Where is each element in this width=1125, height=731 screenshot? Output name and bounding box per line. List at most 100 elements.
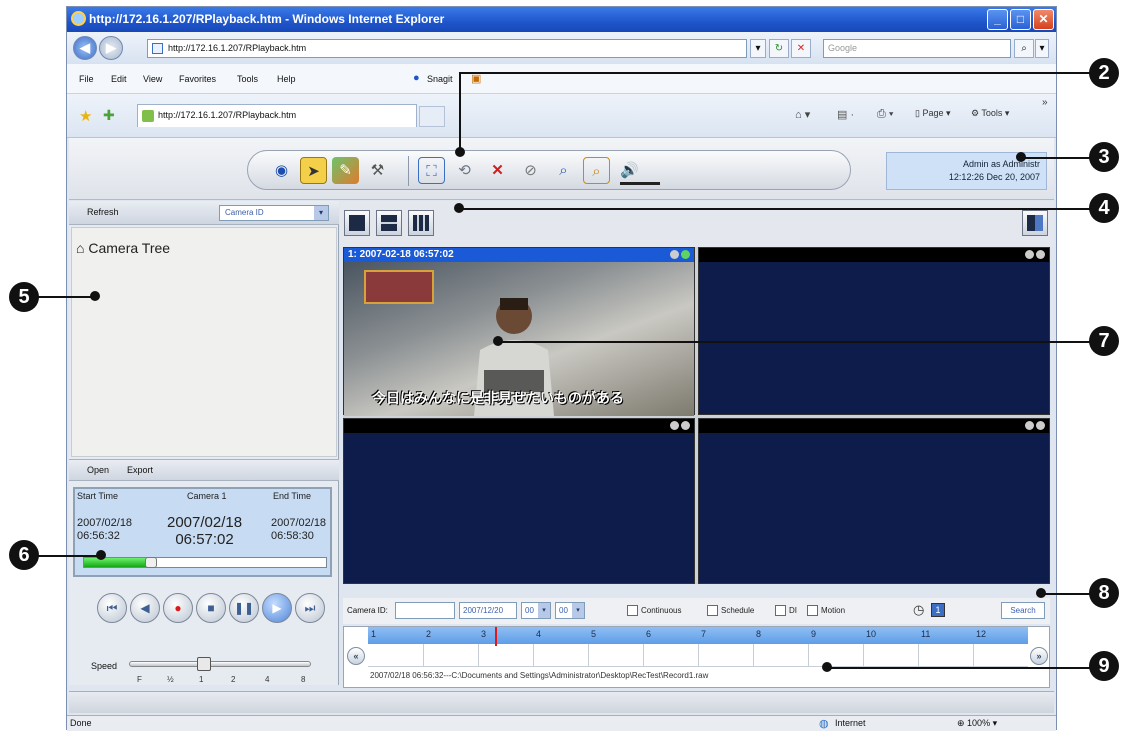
tab-row: ★ ✚ http://172.16.1.207/RPlayback.htm ⌂ … [67, 94, 1056, 138]
menu-edit[interactable]: Edit [111, 74, 127, 84]
video-cell-4[interactable] [698, 418, 1050, 584]
go-start-icon[interactable]: ⏮ [97, 593, 127, 623]
home-icon[interactable]: ⌂ ▾ [795, 108, 810, 121]
speed-slider[interactable] [129, 661, 311, 667]
motion-checkbox[interactable] [807, 605, 818, 616]
address-dropdown[interactable]: ▾ [750, 39, 766, 58]
tree-root[interactable]: ⌂ Camera Tree [76, 240, 170, 256]
menu-help[interactable]: Help [277, 74, 296, 84]
favorites-star-icon[interactable]: ★ [79, 107, 92, 125]
callout-dot [822, 662, 832, 672]
camera-id-select[interactable]: Camera ID ▾ [219, 205, 329, 221]
chevron-more-icon[interactable]: » [1042, 97, 1048, 108]
search-icon[interactable]: ⌕ [1014, 39, 1034, 58]
address-field[interactable]: http://172.16.1.207/RPlayback.htm [147, 39, 747, 58]
tab-current[interactable]: http://172.16.1.207/RPlayback.htm [137, 104, 417, 127]
print-icon[interactable]: ⎙ ▾ [877, 108, 893, 121]
zoom-out-icon[interactable]: ⌕ [583, 157, 610, 184]
disconnect-icon[interactable]: ⊘ [517, 157, 544, 184]
video-cell-header: 1: 2007-02-18 06:57:02 [344, 248, 694, 262]
hammer-icon[interactable]: ⚒ [364, 157, 391, 184]
reverse-play-icon[interactable]: ◀ [130, 593, 160, 623]
stop-icon[interactable]: ■ [196, 593, 226, 623]
layout-custom-icon[interactable] [1022, 210, 1048, 236]
video-caption: 1: 2007-02-18 06:57:02 [348, 249, 454, 260]
eye-icon[interactable]: ◉ [268, 157, 295, 184]
tab-title: http://172.16.1.207/RPlayback.htm [158, 110, 297, 120]
camera-tree[interactable]: ⌂ Camera Tree [71, 227, 337, 457]
go-end-icon[interactable]: ⏭ [295, 593, 325, 623]
back-button[interactable]: ◀ [73, 36, 97, 60]
layout-nine-icon[interactable] [408, 210, 434, 236]
chevron-down-icon: ▾ [314, 206, 328, 220]
speed-tick: 2 [231, 675, 236, 684]
clock-icon[interactable]: ◷ [913, 602, 924, 618]
menu-view[interactable]: View [143, 74, 162, 84]
snagit-button[interactable]: Snagit [427, 74, 453, 84]
video-cell-2[interactable] [698, 247, 1050, 415]
timeline-prev-icon[interactable]: « [347, 647, 365, 665]
record-icon[interactable]: ● [163, 593, 193, 623]
layout-single-icon[interactable] [344, 210, 370, 236]
minimize-button[interactable]: _ [987, 9, 1008, 30]
open-button[interactable]: Open [87, 465, 109, 475]
calendar-icon[interactable]: 1 [931, 603, 945, 617]
toolbar-separator [408, 156, 409, 186]
callout-line [1020, 157, 1090, 159]
delete-camera-icon[interactable]: ✕ [484, 157, 511, 184]
search-date-field[interactable]: 2007/12/20 [459, 602, 517, 619]
arrow-tag-icon[interactable]: ➤ [300, 157, 327, 184]
play-icon[interactable]: ▶ [262, 593, 292, 623]
video-cell-3[interactable] [343, 418, 695, 584]
callout-line [458, 208, 1090, 210]
menu-tools[interactable]: Tools [237, 74, 258, 84]
stop-icon[interactable]: ✕ [791, 39, 811, 58]
timeline[interactable]: « » 1 2 3 4 5 6 7 8 9 10 11 12 2007/02/1… [343, 626, 1050, 688]
playback-progress[interactable] [83, 557, 327, 568]
add-favorite-icon[interactable]: ✚ [103, 107, 115, 124]
timeline-hour: 2 [426, 629, 432, 639]
timeline-hour: 9 [811, 629, 817, 639]
refresh-icon[interactable]: ↻ [769, 39, 789, 58]
zoom-level[interactable]: ⊕ 100% ▾ [957, 718, 997, 729]
search-input[interactable]: Google [823, 39, 1011, 58]
continuous-checkbox[interactable] [627, 605, 638, 616]
search-hour-select[interactable]: 00 ▾ [521, 602, 551, 619]
timeline-marker[interactable] [495, 627, 497, 646]
tools-menu[interactable]: ⚙ Tools ▾ [971, 108, 1009, 119]
zoom-in-icon[interactable]: ⌕ [550, 157, 577, 184]
progress-handle[interactable] [145, 557, 157, 568]
status-text: Done [70, 718, 92, 728]
callout-9: 9 [1089, 651, 1119, 681]
close-button[interactable]: ✕ [1033, 9, 1054, 30]
search-camera-field[interactable] [395, 602, 455, 619]
di-checkbox[interactable] [775, 605, 786, 616]
forward-button[interactable]: ▶ [99, 36, 123, 60]
title-bar: http://172.16.1.207/RPlayback.htm - Wind… [67, 7, 1056, 32]
callout-line [38, 555, 100, 557]
search-button[interactable]: Search [1001, 602, 1045, 619]
search-dropdown[interactable]: ▾ [1035, 39, 1049, 58]
layout-quad-icon[interactable] [376, 210, 402, 236]
fullscreen-icon[interactable]: ⛶ [418, 157, 445, 184]
menu-bar: File Edit View Favorites Tools Help ● Sn… [67, 64, 1056, 94]
menu-file[interactable]: File [79, 74, 94, 84]
feeds-icon[interactable]: ▤ · [837, 108, 854, 121]
volume-slider[interactable] [620, 182, 660, 185]
timeline-divider [918, 644, 919, 666]
schedule-checkbox[interactable] [707, 605, 718, 616]
pause-icon[interactable]: ❚❚ [229, 593, 259, 623]
refresh-button[interactable]: Refresh [87, 207, 119, 217]
search-minute-select[interactable]: 00 ▾ [555, 602, 585, 619]
map-icon[interactable]: ✎ [332, 157, 359, 184]
maximize-button[interactable]: □ [1010, 9, 1031, 30]
volume-icon[interactable]: 🔊 [616, 157, 643, 184]
page-menu[interactable]: ▯ Page ▾ [915, 108, 951, 119]
video-cell-1[interactable]: 1: 2007-02-18 06:57:02 今日はみんなに是非見せたいものがあ… [343, 247, 695, 416]
rotate-camera-icon[interactable]: ⟲ [451, 157, 478, 184]
menu-favorites[interactable]: Favorites [179, 74, 216, 84]
timeline-next-icon[interactable]: » [1030, 647, 1048, 665]
new-tab-button[interactable] [419, 106, 445, 127]
export-button[interactable]: Export [127, 465, 153, 475]
speed-handle[interactable] [197, 657, 211, 671]
